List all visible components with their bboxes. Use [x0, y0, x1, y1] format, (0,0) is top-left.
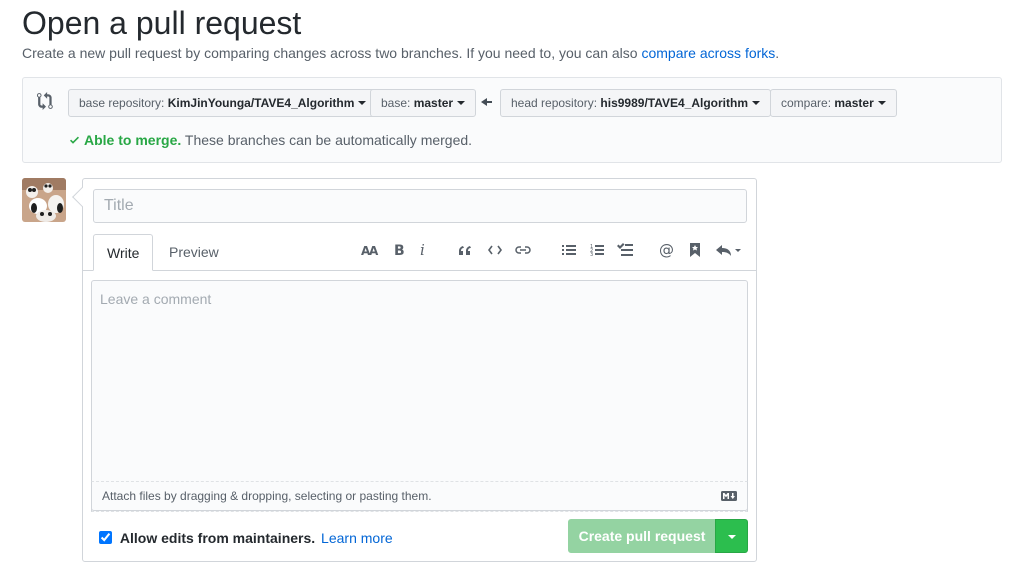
- markdown-icon[interactable]: [721, 491, 737, 501]
- comment-textarea[interactable]: [92, 281, 747, 479]
- reply-icon[interactable]: [715, 241, 743, 259]
- svg-text:3: 3: [590, 252, 593, 257]
- mention-icon[interactable]: @: [657, 241, 677, 259]
- allow-edits-row: Allow edits from maintainers. Learn more: [99, 529, 393, 547]
- create-options-dropdown[interactable]: [715, 519, 748, 553]
- italic-icon[interactable]: i: [413, 241, 433, 259]
- base-repository-value: KimJinYounga/TAVE4_Algorithm: [167, 96, 355, 110]
- svg-text:A: A: [369, 244, 379, 257]
- page-title: Open a pull request: [22, 5, 302, 41]
- avatar[interactable]: [22, 178, 66, 222]
- pull-request-form: Write Preview AA B i 123 @ Attach files …: [72, 178, 757, 562]
- compare-branch-label: compare:: [781, 96, 832, 110]
- learn-more-link[interactable]: Learn more: [321, 530, 393, 546]
- avatar-image: [22, 178, 66, 222]
- svg-text:i: i: [420, 243, 425, 257]
- title-input[interactable]: [93, 189, 747, 223]
- bullet-list-icon[interactable]: [559, 241, 579, 259]
- numbered-list-icon[interactable]: 123: [587, 241, 607, 259]
- bold-icon[interactable]: B: [389, 241, 409, 259]
- caret-down-icon: [457, 100, 466, 105]
- subtitle-text: Create a new pull request by comparing c…: [22, 45, 638, 61]
- page-subtitle: Create a new pull request by comparing c…: [22, 44, 779, 62]
- svg-text:@: @: [659, 242, 674, 258]
- compare-branch-value: master: [834, 96, 874, 110]
- base-branch-select[interactable]: base: master: [370, 89, 477, 117]
- tab-preview[interactable]: Preview: [156, 234, 232, 271]
- base-branch-value: master: [413, 96, 454, 110]
- head-repository-value: his9989/TAVE4_Algorithm: [600, 96, 749, 110]
- merge-ok-text: Able to merge.: [84, 132, 182, 148]
- arrow-left-icon: [481, 98, 492, 106]
- compare-branch-select[interactable]: compare: master: [770, 89, 897, 117]
- allow-edits-checkbox[interactable]: [99, 531, 112, 544]
- bookmark-icon[interactable]: [685, 241, 705, 259]
- code-icon[interactable]: [485, 241, 505, 259]
- compare-range-box: base repository: KimJinYounga/TAVE4_Algo…: [22, 77, 1002, 163]
- head-repository-select[interactable]: head repository: his9989/TAVE4_Algorithm: [500, 89, 772, 117]
- caret-down-icon: [752, 100, 761, 105]
- caret-down-icon: [877, 100, 886, 105]
- allow-edits-label: Allow edits from maintainers.: [119, 530, 316, 546]
- create-pull-request-button[interactable]: Create pull request: [568, 519, 716, 553]
- text-size-icon[interactable]: AA: [360, 241, 380, 259]
- link-icon[interactable]: [513, 241, 533, 259]
- base-branch-label: base:: [381, 96, 411, 110]
- caret-down-icon: [358, 100, 367, 105]
- comment-area: [91, 280, 748, 512]
- head-repository-label: head repository:: [511, 96, 598, 110]
- tab-write[interactable]: Write: [93, 234, 154, 271]
- quote-icon[interactable]: [454, 241, 474, 259]
- subtitle-end: .: [775, 45, 780, 61]
- attach-files-text: Attach files by dragging & dropping, sel…: [102, 489, 432, 503]
- form-pointer: [72, 187, 92, 207]
- git-compare-icon: [37, 92, 53, 110]
- check-icon: [70, 136, 79, 144]
- attach-files-bar[interactable]: Attach files by dragging & dropping, sel…: [91, 481, 748, 511]
- task-list-icon[interactable]: [615, 241, 635, 259]
- merge-status: Able to merge. These branches can be aut…: [68, 131, 472, 149]
- caret-down-icon: [728, 535, 736, 539]
- merge-message: These branches can be automatically merg…: [184, 132, 473, 148]
- base-repository-select[interactable]: base repository: KimJinYounga/TAVE4_Algo…: [68, 89, 378, 117]
- svg-text:B: B: [394, 243, 405, 257]
- compare-across-forks-link[interactable]: compare across forks: [641, 45, 775, 61]
- base-repository-label: base repository:: [79, 96, 165, 110]
